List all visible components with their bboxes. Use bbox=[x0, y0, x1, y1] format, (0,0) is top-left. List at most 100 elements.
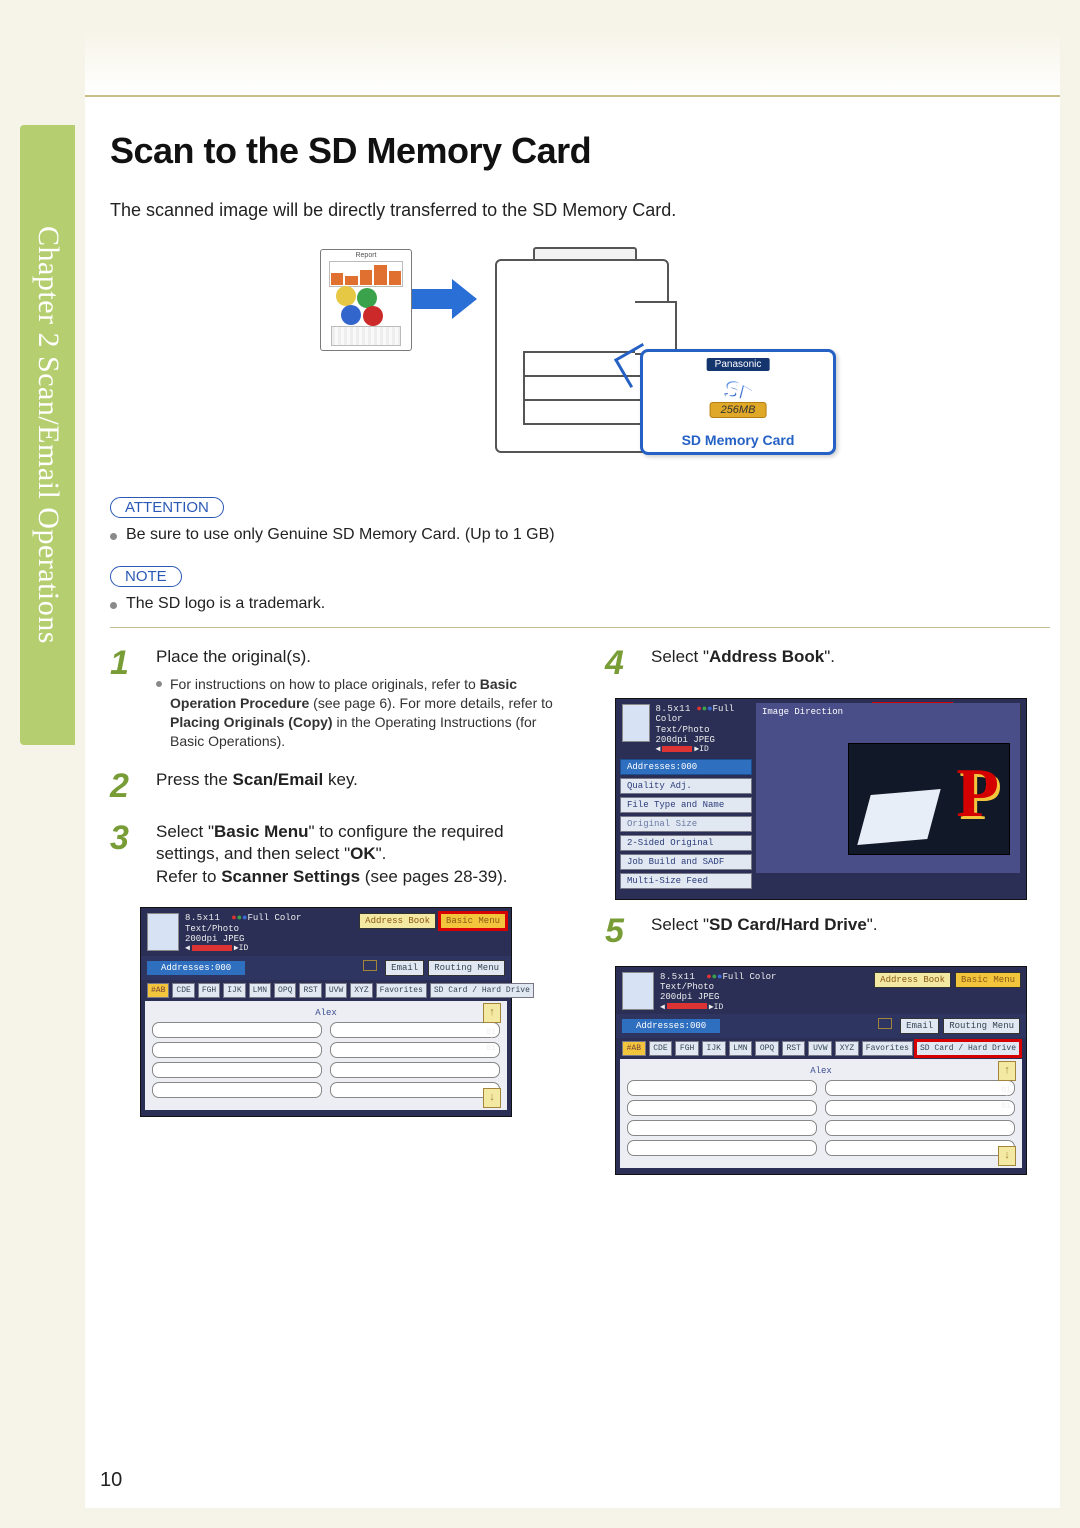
step-columns: 1 Place the original(s). For instruction… bbox=[110, 646, 1050, 1185]
tab-fav[interactable]: Favorites bbox=[862, 1041, 913, 1056]
address-slot[interactable] bbox=[330, 1042, 500, 1058]
tab-uvw[interactable]: UVW bbox=[808, 1041, 832, 1056]
tab-fav[interactable]: Favorites bbox=[376, 983, 427, 998]
addresses-button[interactable]: Addresses:000 bbox=[147, 961, 245, 975]
address-slot[interactable] bbox=[627, 1080, 817, 1096]
page-number: 10 bbox=[100, 1469, 122, 1492]
chapter-tab-label: Chapter 2 Scan/Email Operations bbox=[31, 226, 65, 644]
right-column: 4 Select "Address Book". Address Book Ba… bbox=[605, 646, 1050, 1185]
side-file-type[interactable]: File Type and Name bbox=[620, 797, 752, 813]
basic-menu-button[interactable]: Basic Menu bbox=[440, 913, 506, 929]
brand-label: Panasonic bbox=[707, 358, 770, 371]
addresses-button[interactable]: Addresses:000 bbox=[622, 1019, 720, 1033]
side-2sided[interactable]: 2-Sided Original bbox=[620, 835, 752, 851]
step-1: 1 Place the original(s). For instruction… bbox=[110, 646, 555, 751]
email-button[interactable]: Email bbox=[385, 960, 424, 976]
step-3: 3 Select "Basic Menu" to configure the r… bbox=[110, 821, 555, 890]
preview-p-icon: P bbox=[956, 754, 999, 834]
transfer-diagram: Report Panasonic S▸ 256MB SD Memory Card bbox=[320, 239, 840, 459]
page-fade bbox=[85, 30, 1060, 95]
tab-rst[interactable]: RST bbox=[782, 1041, 806, 1056]
tab-opq[interactable]: OPQ bbox=[755, 1041, 779, 1056]
sd-callout-label: SD Memory Card bbox=[643, 433, 833, 448]
arrow-icon bbox=[412, 279, 477, 319]
doc-icon bbox=[622, 704, 650, 742]
tab-fgh[interactable]: FGH bbox=[198, 983, 220, 998]
tab-ijk[interactable]: IJK bbox=[702, 1041, 726, 1056]
side-job-build[interactable]: Job Build and SADF bbox=[620, 854, 752, 870]
step-2: 2 Press the Scan/Email key. bbox=[110, 769, 555, 803]
tab-cde[interactable]: CDE bbox=[649, 1041, 673, 1056]
address-slot[interactable] bbox=[627, 1120, 817, 1136]
header-info: 8.5x11 ●●●Full Color Text/Photo 200dpi J… bbox=[660, 972, 776, 1012]
tab-xyz[interactable]: XYZ bbox=[835, 1041, 859, 1056]
page-counter: 01 / 01 bbox=[483, 1029, 499, 1053]
panel-basic-menu: Address Book Basic Menu 8.5x11 ●●●Full C… bbox=[140, 907, 512, 1116]
tab-opq[interactable]: OPQ bbox=[274, 983, 296, 998]
intro-text: The scanned image will be directly trans… bbox=[110, 200, 1050, 221]
address-slot[interactable] bbox=[152, 1022, 322, 1038]
sd-callout: Panasonic S▸ 256MB SD Memory Card bbox=[640, 349, 836, 455]
tab-lmn[interactable]: LMN bbox=[249, 983, 271, 998]
doc-icon bbox=[622, 972, 654, 1010]
address-slot[interactable] bbox=[627, 1100, 817, 1116]
tab-cde[interactable]: CDE bbox=[172, 983, 194, 998]
address-slot[interactable] bbox=[825, 1120, 1015, 1136]
address-slot[interactable] bbox=[152, 1082, 322, 1098]
sd-logo-icon: S▸ bbox=[724, 376, 752, 405]
scroll-up-icon[interactable]: ↑ bbox=[483, 1003, 501, 1023]
note-pill: NOTE bbox=[110, 566, 182, 587]
scroll-up-icon[interactable]: ↑ bbox=[998, 1061, 1016, 1081]
step-text: Place the original(s). bbox=[156, 647, 311, 666]
routing-menu-button[interactable]: Routing Menu bbox=[428, 960, 505, 976]
step-number: 5 bbox=[605, 914, 635, 948]
scroll-down-icon[interactable]: ↓ bbox=[483, 1088, 501, 1108]
attention-text: Be sure to use only Genuine SD Memory Ca… bbox=[110, 526, 1050, 544]
tab-ijk[interactable]: IJK bbox=[223, 983, 245, 998]
email-button[interactable]: Email bbox=[900, 1018, 939, 1034]
preview-area: Image Direction P bbox=[756, 703, 1020, 873]
address-slot[interactable] bbox=[825, 1100, 1015, 1116]
address-slot[interactable] bbox=[330, 1022, 500, 1038]
address-slot[interactable] bbox=[627, 1140, 817, 1156]
step-4: 4 Select "Address Book". bbox=[605, 646, 1050, 680]
tab-lmn[interactable]: LMN bbox=[729, 1041, 753, 1056]
email-icon bbox=[878, 1018, 892, 1029]
tab-ab[interactable]: #AB bbox=[622, 1041, 646, 1056]
address-slot[interactable] bbox=[152, 1042, 322, 1058]
address-slot[interactable] bbox=[825, 1140, 1015, 1156]
step-number: 4 bbox=[605, 646, 635, 680]
tab-xyz[interactable]: XYZ bbox=[350, 983, 372, 998]
tab-uvw[interactable]: UVW bbox=[325, 983, 347, 998]
side-menu: Addresses:000 Quality Adj. File Type and… bbox=[616, 755, 756, 893]
side-quality[interactable]: Quality Adj. bbox=[620, 778, 752, 794]
side-original-size[interactable]: Original Size bbox=[620, 816, 752, 832]
chapter-tab: Chapter 2 Scan/Email Operations bbox=[20, 125, 75, 745]
note-text: The SD logo is a trademark. bbox=[110, 595, 1050, 613]
side-addresses[interactable]: Addresses:000 bbox=[620, 759, 752, 775]
basic-menu-button[interactable]: Basic Menu bbox=[955, 972, 1021, 988]
tab-ab[interactable]: #AB bbox=[147, 983, 169, 998]
address-slot[interactable] bbox=[330, 1062, 500, 1078]
tab-sd[interactable]: SD Card / Hard Drive bbox=[430, 983, 534, 998]
tab-sd[interactable]: SD Card / Hard Drive bbox=[916, 1041, 1020, 1056]
left-column: 1 Place the original(s). For instruction… bbox=[110, 646, 555, 1185]
side-multi-size[interactable]: Multi-Size Feed bbox=[620, 873, 752, 889]
address-book-button[interactable]: Address Book bbox=[359, 913, 436, 929]
preview-sheet-icon bbox=[857, 789, 940, 845]
routing-menu-button[interactable]: Routing Menu bbox=[943, 1018, 1020, 1034]
address-slot[interactable] bbox=[825, 1080, 1015, 1096]
scroll-down-icon[interactable]: ↓ bbox=[998, 1146, 1016, 1166]
step-number: 2 bbox=[110, 769, 140, 803]
step-number: 1 bbox=[110, 646, 140, 751]
contact-name: Alex bbox=[625, 1066, 1017, 1076]
attention-pill: ATTENTION bbox=[110, 497, 224, 518]
address-slot[interactable] bbox=[330, 1082, 500, 1098]
panel-sd-card: Address Book Basic Menu 8.5x11 ●●●Full C… bbox=[615, 966, 1027, 1175]
separator bbox=[110, 627, 1050, 628]
tab-fgh[interactable]: FGH bbox=[675, 1041, 699, 1056]
address-slot[interactable] bbox=[152, 1062, 322, 1078]
tab-rst[interactable]: RST bbox=[299, 983, 321, 998]
document-label: Report bbox=[321, 252, 411, 259]
address-book-button[interactable]: Address Book bbox=[874, 972, 951, 988]
